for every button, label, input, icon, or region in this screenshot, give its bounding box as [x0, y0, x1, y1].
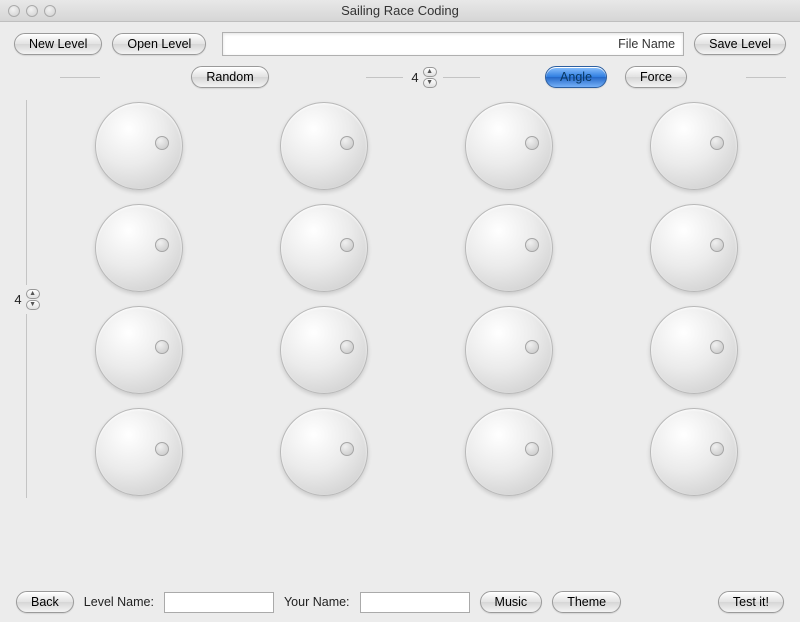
- chevron-down-icon[interactable]: ▼: [423, 78, 437, 88]
- main-area: 4 ▲ ▼: [0, 96, 800, 502]
- knob[interactable]: [95, 306, 183, 394]
- angle-toggle-button[interactable]: Angle: [545, 66, 607, 88]
- rows-value: 4: [12, 292, 23, 307]
- new-level-button[interactable]: New Level: [14, 33, 102, 55]
- knob-indicator-icon: [340, 238, 354, 252]
- knob[interactable]: [650, 306, 738, 394]
- divider: [26, 100, 27, 285]
- knob-face: [465, 102, 553, 190]
- knob-indicator-icon: [710, 238, 724, 252]
- knob[interactable]: [95, 408, 183, 496]
- force-toggle-button[interactable]: Force: [625, 66, 687, 88]
- close-icon[interactable]: [8, 5, 20, 17]
- knob[interactable]: [650, 204, 738, 292]
- knob-indicator-icon: [525, 136, 539, 150]
- music-button[interactable]: Music: [480, 591, 543, 613]
- knob-face: [95, 102, 183, 190]
- knob[interactable]: [95, 102, 183, 190]
- zoom-icon[interactable]: [44, 5, 56, 17]
- controls-row: Random 4 ▲ ▼ Angle Force: [0, 62, 800, 96]
- your-name-input[interactable]: [360, 592, 470, 613]
- knob-face: [95, 306, 183, 394]
- chevron-down-icon[interactable]: ▼: [26, 300, 40, 310]
- level-name-input[interactable]: [164, 592, 274, 613]
- knob[interactable]: [465, 204, 553, 292]
- knob[interactable]: [280, 408, 368, 496]
- divider: [366, 77, 403, 78]
- rows-stepper-column: 4 ▲ ▼: [6, 96, 46, 502]
- knob-face: [650, 204, 738, 292]
- knob-indicator-icon: [710, 442, 724, 456]
- knob-face: [280, 204, 368, 292]
- chevron-up-icon[interactable]: ▲: [26, 289, 40, 299]
- knob-face: [465, 408, 553, 496]
- knob-face: [95, 204, 183, 292]
- knob-indicator-icon: [525, 340, 539, 354]
- test-it-button[interactable]: Test it!: [718, 591, 784, 613]
- knob-indicator-icon: [710, 136, 724, 150]
- traffic-lights: [0, 5, 56, 17]
- knob[interactable]: [465, 408, 553, 496]
- knob-indicator-icon: [155, 136, 169, 150]
- minimize-icon[interactable]: [26, 5, 38, 17]
- your-name-label: Your Name:: [284, 595, 350, 609]
- bottom-toolbar: Back Level Name: Your Name: Music Theme …: [0, 582, 800, 622]
- knob-indicator-icon: [340, 442, 354, 456]
- knob-face: [465, 306, 553, 394]
- columns-stepper[interactable]: 4 ▲ ▼: [409, 67, 436, 88]
- save-level-button[interactable]: Save Level: [694, 33, 786, 55]
- open-level-button[interactable]: Open Level: [112, 33, 206, 55]
- knob-indicator-icon: [155, 340, 169, 354]
- knob[interactable]: [650, 408, 738, 496]
- titlebar: Sailing Race Coding: [0, 0, 800, 22]
- knob[interactable]: [465, 306, 553, 394]
- knob-grid: [46, 96, 786, 502]
- level-name-label: Level Name:: [84, 595, 154, 609]
- rows-stepper[interactable]: 4 ▲ ▼: [12, 289, 39, 310]
- knob-face: [95, 408, 183, 496]
- columns-value: 4: [409, 70, 420, 85]
- knob-indicator-icon: [525, 442, 539, 456]
- knob-face: [280, 408, 368, 496]
- knob-face: [465, 204, 553, 292]
- knob[interactable]: [280, 204, 368, 292]
- divider: [443, 77, 480, 78]
- knob-indicator-icon: [155, 442, 169, 456]
- knob[interactable]: [465, 102, 553, 190]
- theme-button[interactable]: Theme: [552, 591, 621, 613]
- knob-face: [650, 408, 738, 496]
- knob-indicator-icon: [340, 340, 354, 354]
- knob-indicator-icon: [525, 238, 539, 252]
- knob-indicator-icon: [710, 340, 724, 354]
- knob-face: [280, 102, 368, 190]
- back-button[interactable]: Back: [16, 591, 74, 613]
- knob[interactable]: [280, 306, 368, 394]
- knob-indicator-icon: [340, 136, 354, 150]
- random-button[interactable]: Random: [191, 66, 268, 88]
- chevron-up-icon[interactable]: ▲: [423, 67, 437, 77]
- divider: [26, 314, 27, 499]
- window-title: Sailing Race Coding: [0, 3, 800, 18]
- knob-face: [280, 306, 368, 394]
- knob[interactable]: [280, 102, 368, 190]
- knob[interactable]: [650, 102, 738, 190]
- divider: [60, 77, 100, 78]
- file-name-field[interactable]: File Name: [222, 32, 684, 56]
- knob-face: [650, 102, 738, 190]
- knob[interactable]: [95, 204, 183, 292]
- knob-face: [650, 306, 738, 394]
- file-name-label: File Name: [618, 37, 675, 51]
- knob-indicator-icon: [155, 238, 169, 252]
- divider: [746, 77, 786, 78]
- top-toolbar: New Level Open Level File Name Save Leve…: [0, 22, 800, 62]
